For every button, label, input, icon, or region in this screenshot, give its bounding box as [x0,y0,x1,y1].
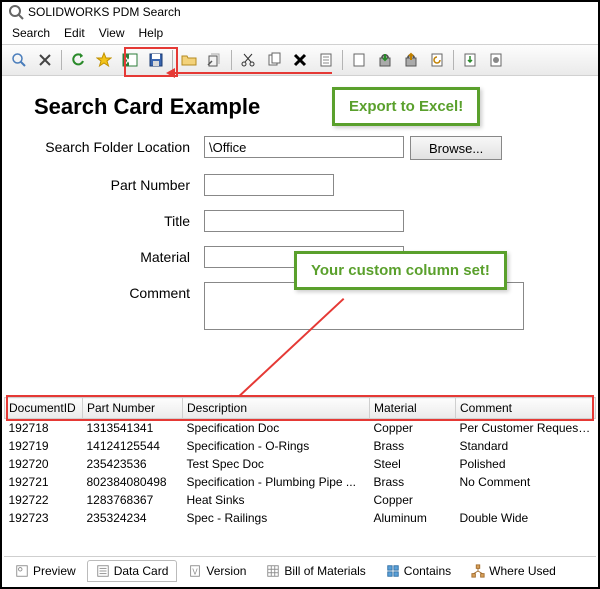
cell-id: 192720 [5,455,83,473]
properties-icon[interactable] [314,48,338,72]
window-title: SOLIDWORKS PDM Search [28,5,181,19]
title-label: Title [10,210,204,229]
cell-com [456,491,596,509]
table-row[interactable]: 19271914124125544Specification - O-Rings… [5,437,596,455]
title-input[interactable] [204,210,404,232]
table-row[interactable]: 192720235423536Test Spec DocSteelPolishe… [5,455,596,473]
cell-com: Per Customer Request - Hollow [456,419,596,438]
cell-desc: Spec - Railings [183,509,370,527]
cell-id: 192721 [5,473,83,491]
cell-pn: 14124125544 [83,437,183,455]
table-row[interactable]: 1927221283768367Heat SinksCopper [5,491,596,509]
annotation-arrow [174,72,332,74]
new-doc-icon[interactable] [347,48,371,72]
cell-pn: 235324234 [83,509,183,527]
cell-id: 192718 [5,419,83,438]
cell-pn: 1313541341 [83,419,183,438]
title-bar: SOLIDWORKS PDM Search [2,2,598,22]
undo-checkout-icon[interactable] [425,48,449,72]
menu-bar: Search Edit View Help [2,22,598,44]
cell-desc: Specification - O-Rings [183,437,370,455]
cell-id: 192722 [5,491,83,509]
cell-mat: Steel [370,455,456,473]
cell-mat: Aluminum [370,509,456,527]
menu-search[interactable]: Search [6,24,56,42]
table-row[interactable]: 192721802384080498Specification - Plumbi… [5,473,596,491]
cancel-search-icon[interactable] [33,48,57,72]
menu-view[interactable]: View [93,24,131,42]
cell-mat: Copper [370,491,456,509]
cell-pn: 1283768367 [83,491,183,509]
refresh-icon[interactable] [66,48,90,72]
callout-custom-columns: Your custom column set! [294,251,507,290]
cut-icon[interactable] [236,48,260,72]
cell-id: 192723 [5,509,83,527]
favorites-icon[interactable] [92,48,116,72]
cell-desc: Heat Sinks [183,491,370,509]
get-version-icon[interactable] [458,48,482,72]
tab-bom[interactable]: Bill of Materials [257,560,374,582]
app-icon [8,4,24,20]
part-number-label: Part Number [10,174,204,193]
tab-where-used[interactable]: Where Used [462,560,565,582]
cell-com: Double Wide [456,509,596,527]
cell-mat: Brass [370,473,456,491]
cell-desc: Specification - Plumbing Pipe ... [183,473,370,491]
tab-contains[interactable]: Contains [377,560,460,582]
checkin-icon[interactable] [373,48,397,72]
view-file-icon[interactable] [203,48,227,72]
cell-com: Polished [456,455,596,473]
cell-com: Standard [456,437,596,455]
cell-desc: Test Spec Doc [183,455,370,473]
menu-help[interactable]: Help [133,24,170,42]
tab-data-card[interactable]: Data Card [87,560,178,582]
search-icon[interactable] [7,48,31,72]
cell-com: No Comment [456,473,596,491]
table-row[interactable]: 1927181313541341Specification DocCopperP… [5,419,596,438]
delete-icon[interactable] [288,48,312,72]
action-icon[interactable] [484,48,508,72]
menu-edit[interactable]: Edit [58,24,91,42]
cell-id: 192719 [5,437,83,455]
tab-bar: Preview Data Card V Version Bill of Mate… [4,556,596,585]
copy-icon[interactable] [262,48,286,72]
cell-pn: 235423536 [83,455,183,473]
cell-pn: 802384080498 [83,473,183,491]
svg-text:V: V [193,568,199,577]
part-number-input[interactable] [204,174,334,196]
highlight-columns [6,395,594,421]
browse-button[interactable]: Browse... [410,136,502,160]
folder-location-input[interactable] [204,136,404,158]
table-row[interactable]: 192723235324234Spec - RailingsAluminumDo… [5,509,596,527]
tab-preview[interactable]: Preview [6,560,85,582]
tab-version[interactable]: V Version [179,560,255,582]
cell-mat: Brass [370,437,456,455]
open-folder-icon[interactable] [177,48,201,72]
checkout-icon[interactable] [399,48,423,72]
material-label: Material [10,246,204,265]
cell-mat: Copper [370,419,456,438]
results-table: DocumentID Part Number Description Mater… [4,397,596,527]
comment-label: Comment [10,282,204,301]
page-title: Search Card Example [34,94,590,120]
folder-location-label: Search Folder Location [10,136,204,155]
cell-desc: Specification Doc [183,419,370,438]
